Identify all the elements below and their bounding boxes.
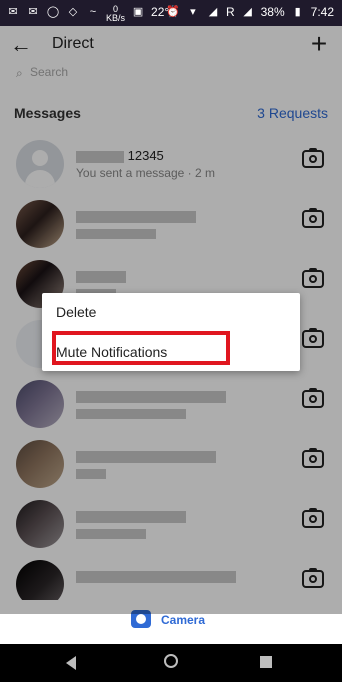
highlight-box [52,331,230,365]
carrier-indicator: R [225,5,235,19]
messenger-icon: ✉ [8,6,18,18]
delete-option[interactable]: Delete [56,304,96,320]
status-icons-left: ✉ ✉ ◯ ◇ ~ 0 KB/s ▣ 22° [6,5,169,23]
signal-icon: ◢ [208,6,218,18]
image-icon: ▣ [132,6,144,18]
mustache-icon: ~ [89,6,97,18]
nav-recents-icon[interactable] [260,656,272,668]
nav-home-icon[interactable] [164,654,178,668]
nav-back-icon[interactable] [66,656,76,670]
system-nav-bar [0,644,342,682]
mail-icon: ✉ [28,6,38,18]
alarm-icon: ⏰ [166,6,180,18]
battery-icon: ▮ [294,6,301,18]
whatsapp-icon: ◯ [46,6,60,18]
battery-level: 38% [260,5,285,19]
context-menu-dialog: Delete Mute Notifications [42,293,300,371]
camera-label: Camera [161,613,206,627]
chat-icon: ◇ [68,6,78,18]
status-bar: ✉ ✉ ◯ ◇ ~ 0 KB/s ▣ 22° ⏰ ▾ ◢ R ◢ 38% ▮ 7… [0,0,342,26]
status-icons-right: ⏰ ▾ ◢ R ◢ 38% ▮ 7:42 [166,5,334,19]
clock: 7:42 [310,5,334,19]
signal-icon-2: ◢ [243,6,252,18]
net-speed: 0 KB/s [106,5,125,23]
wifi-icon: ▾ [190,6,196,18]
speed-unit: KB/s [106,13,126,23]
